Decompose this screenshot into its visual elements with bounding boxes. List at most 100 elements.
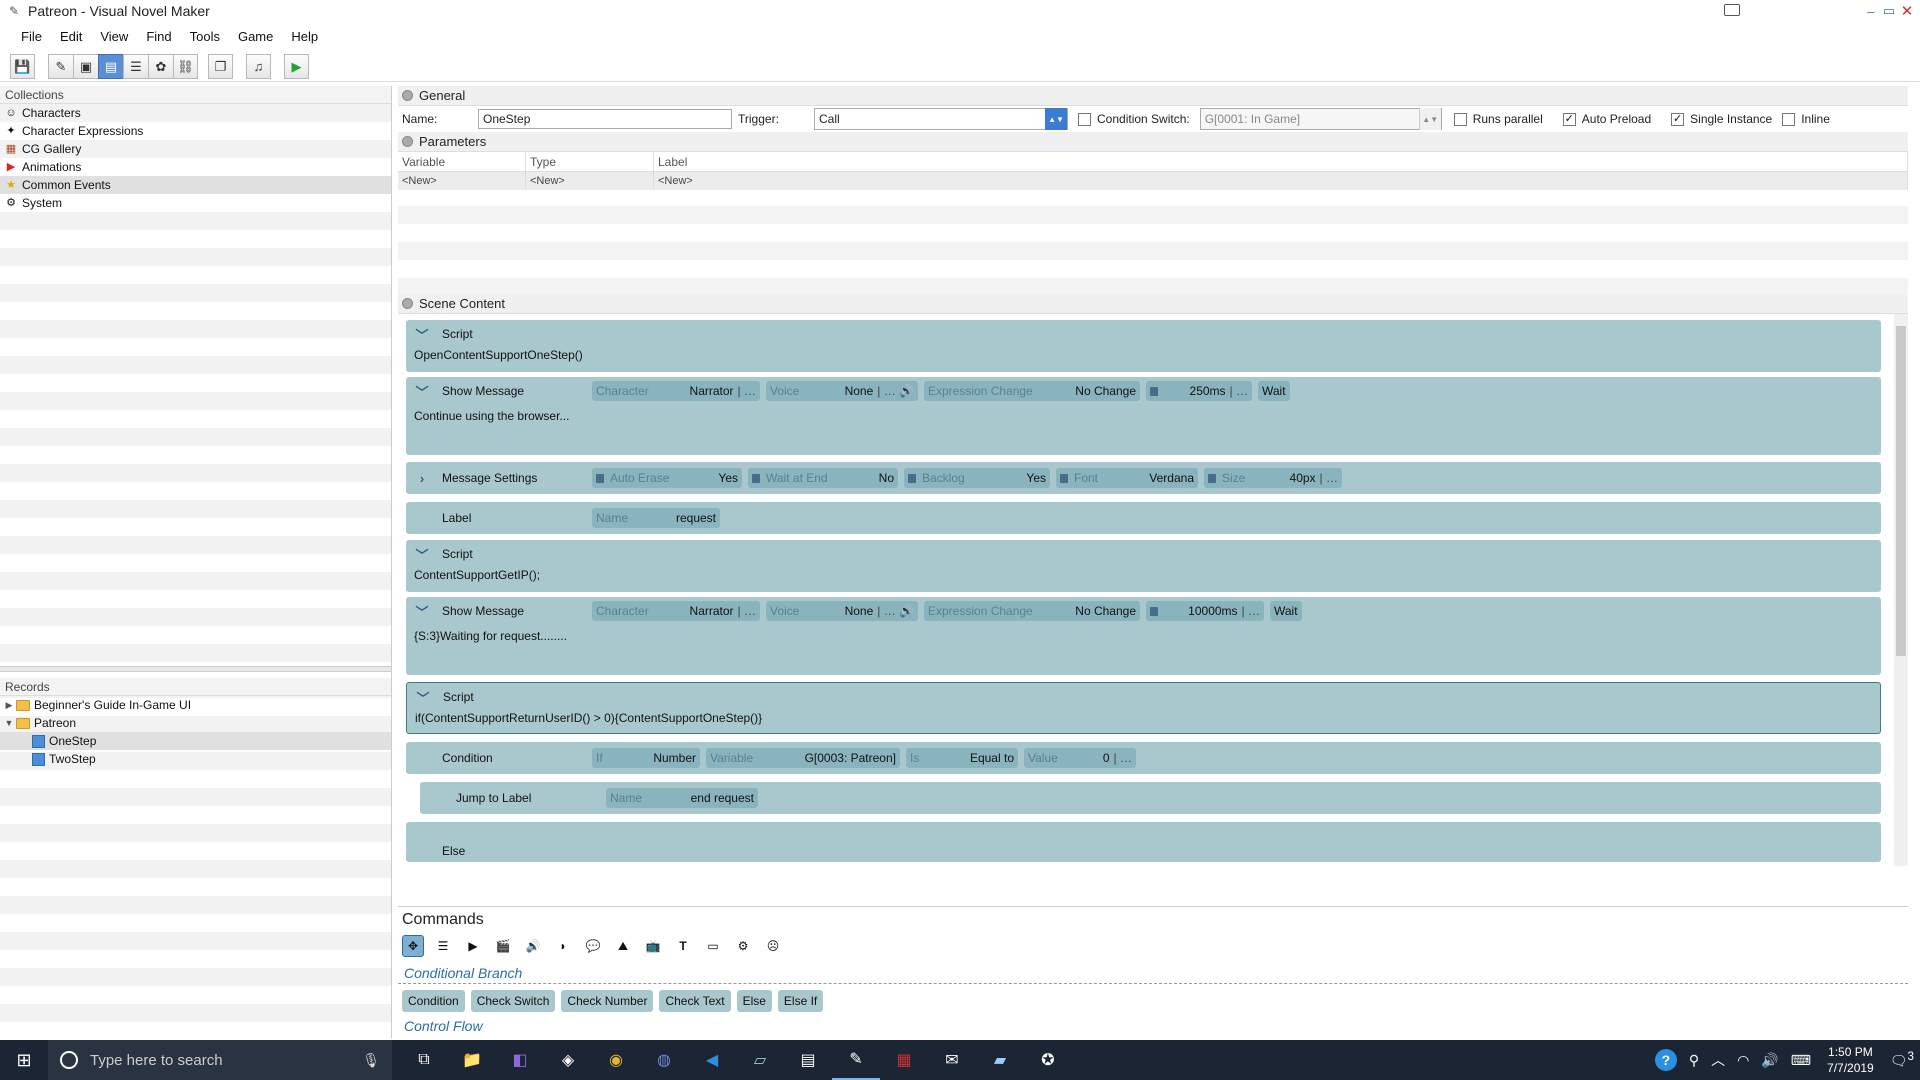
else-button[interactable]: Else (736, 990, 772, 1012)
chrome-icon[interactable]: ◉ (592, 1040, 640, 1080)
notepad-icon[interactable]: ▱ (736, 1040, 784, 1080)
else-if-button[interactable]: Else If (777, 990, 824, 1012)
text-icon[interactable]: T (672, 935, 694, 957)
scene-scrollbar[interactable] (1894, 314, 1908, 866)
clock[interactable]: 1:50 PM 7/7/2019 (1827, 1044, 1874, 1076)
menu-help[interactable]: Help (282, 29, 327, 44)
backlog-field[interactable]: Backlog Yes (904, 468, 1050, 488)
speaker-icon[interactable]: | … 🔊 (877, 604, 914, 618)
condition-button[interactable]: Condition (402, 990, 465, 1012)
command-condition[interactable]: Condition If Number Variable G[0003: Patre… (406, 742, 1881, 774)
window-icon[interactable]: ▭ (702, 935, 724, 957)
command-show-message[interactable]: ﹀ Show Message Character Narrator | … Voice… (406, 597, 1881, 675)
check-switch-button[interactable]: Check Switch (470, 990, 556, 1012)
command-label[interactable]: Label Name request (406, 502, 1881, 534)
collection-cg-gallery[interactable]: ▦ CG Gallery (0, 140, 391, 158)
mail-icon[interactable]: ✉ (928, 1040, 976, 1080)
parameters-section-header[interactable]: Parameters (398, 132, 1908, 152)
flow-icon[interactable]: ✥ (402, 935, 424, 957)
close-button[interactable]: ✕ (1898, 2, 1916, 20)
task-view-icon[interactable]: ⧉ (400, 1040, 448, 1080)
table-cell[interactable]: <New> (654, 172, 1908, 190)
value-field[interactable]: Value 0 | … (1024, 748, 1136, 768)
command-jump-to-label[interactable]: Jump to Label Name end request (420, 782, 1881, 814)
copy-icon[interactable]: ❐ (208, 54, 233, 79)
collection-character-expressions[interactable]: ✦ Character Expressions (0, 122, 391, 140)
more-icon[interactable]: | … (1242, 604, 1260, 618)
menu-edit[interactable]: Edit (51, 29, 91, 44)
people-icon[interactable]: ⚲ (1689, 1052, 1699, 1069)
notifications-icon[interactable]: 🗨3 (1890, 1050, 1914, 1070)
column-header[interactable]: Variable (398, 152, 526, 171)
variable-field[interactable]: Variable G[0003: Patreon] (706, 748, 900, 768)
speaker-icon[interactable]: | … 🔊 (877, 384, 914, 398)
taskbar-search[interactable]: Type here to search 🎙 (48, 1040, 392, 1080)
wait-field[interactable]: Wait (1270, 601, 1302, 621)
command-script[interactable]: ﹀ Script ContentSupportGetIP(); (406, 540, 1881, 592)
command-script-selected[interactable]: ﹀ Script if(ContentSupportReturnUserID() … (406, 682, 1881, 734)
menu-game[interactable]: Game (229, 29, 282, 44)
save-icon[interactable]: 💾 (10, 54, 35, 79)
network-icon[interactable]: ◠ (1737, 1052, 1749, 1069)
check-number-button[interactable]: Check Number (561, 990, 654, 1012)
chevron-down-icon[interactable]: ﹀ (412, 325, 432, 344)
expression-change-field[interactable]: Expression Change No Change (924, 381, 1140, 401)
wait-field[interactable]: Wait (1258, 381, 1290, 401)
chevron-right-icon[interactable]: › (412, 471, 432, 486)
if-field[interactable]: If Number (592, 748, 700, 768)
menu-find[interactable]: Find (137, 29, 180, 44)
lock-icon[interactable] (596, 473, 604, 483)
auto-erase-field[interactable]: Auto Erase Yes (592, 468, 742, 488)
delay-field[interactable]: 10000ms | … (1146, 601, 1264, 621)
vscode-icon[interactable]: ◀ (688, 1040, 736, 1080)
collapse-icon[interactable] (402, 90, 413, 101)
chevron-up-icon[interactable]: ︿ (1711, 1050, 1725, 1070)
expression-change-field[interactable]: Expression Change No Change (924, 601, 1140, 621)
collection-animations[interactable]: ▶ Animations (0, 158, 391, 176)
list-icon[interactable]: ☰ (432, 935, 454, 957)
column-header[interactable]: Label (654, 152, 1908, 171)
lock-icon[interactable] (1060, 473, 1068, 483)
collection-characters[interactable]: ☺ Characters (0, 104, 391, 122)
table-cell[interactable]: <New> (526, 172, 654, 190)
play-icon[interactable]: ▶ (284, 54, 309, 79)
is-field[interactable]: Is Equal to (906, 748, 1018, 768)
record-folder-beginners-guide[interactable]: ▶ Beginner's Guide In-Game UI (0, 696, 391, 714)
delay-field[interactable]: 250ms | … (1146, 381, 1252, 401)
chevron-down-icon[interactable]: ﹀ (412, 545, 432, 564)
file-explorer-icon[interactable]: 📁 (448, 1040, 496, 1080)
settings-icon[interactable]: ⚙ (732, 935, 754, 957)
pencil-icon[interactable]: ✎ (48, 54, 73, 79)
chevron-down-icon[interactable]: ﹀ (412, 382, 432, 401)
unity-icon[interactable]: ◈ (544, 1040, 592, 1080)
name-input[interactable]: OneStep (478, 109, 732, 129)
collection-system[interactable]: ⚙ System (0, 194, 391, 212)
chevron-down-icon[interactable]: ﹀ (413, 688, 433, 707)
script-icon[interactable]: ☰ (123, 54, 148, 79)
more-icon[interactable]: | … (1230, 384, 1248, 398)
single-instance-checkbox[interactable]: ✓ Single Instance (1671, 112, 1772, 126)
menu-file[interactable]: File (12, 29, 51, 44)
record-folder-patreon[interactable]: ▼ Patreon (0, 714, 391, 732)
auto-preload-checkbox[interactable]: ✓ Auto Preload (1562, 112, 1651, 126)
editor-icon[interactable]: ▰ (976, 1040, 1024, 1080)
character-field[interactable]: Character Narrator | … (592, 381, 760, 401)
tv-icon[interactable]: 📺 (642, 935, 664, 957)
message-icon[interactable]: 💬 (582, 935, 604, 957)
voice-icon[interactable]: ◗ (552, 935, 574, 957)
lock-icon[interactable] (1208, 473, 1216, 483)
landscape-icon[interactable]: ⛰ (612, 935, 634, 957)
scene-content-section-header[interactable]: Scene Content (398, 294, 1908, 314)
more-icon[interactable]: | … (1320, 471, 1338, 485)
more-icon[interactable]: | … (738, 384, 756, 398)
check-text-button[interactable]: Check Text (659, 990, 731, 1012)
table-row[interactable]: <New> <New> <New> (398, 172, 1908, 190)
game-icon[interactable]: ▦ (880, 1040, 928, 1080)
label-name-field[interactable]: Name request (592, 508, 720, 528)
command-body[interactable]: {S:3}Waiting for request........ (406, 625, 1881, 643)
help-icon[interactable]: ? (1654, 1049, 1677, 1071)
expand-arrow-icon[interactable]: ▶ (4, 696, 14, 714)
condition-switch-checkbox[interactable]: Condition Switch: (1078, 112, 1190, 126)
command-script[interactable]: ﹀ Script OpenContentSupportOneStep() (406, 320, 1881, 372)
size-field[interactable]: Size 40px | … (1204, 468, 1342, 488)
